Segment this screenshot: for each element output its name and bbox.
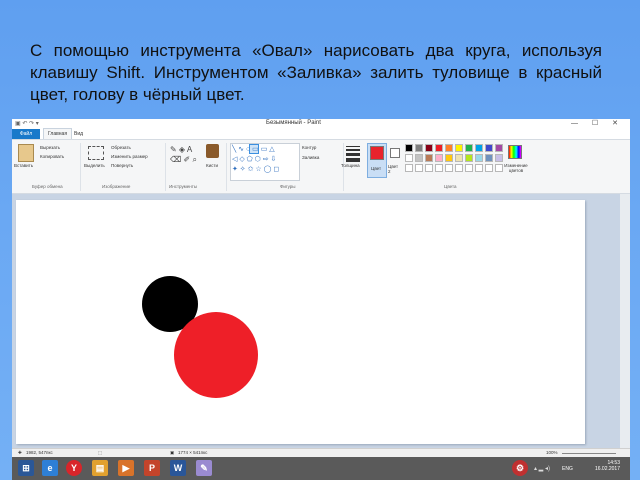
title-bar: ▣ ↶ ↷ ▾ Безымянный - Paint — ☐ ✕ xyxy=(12,119,630,129)
canvas-size: 1774 × 541пкс xyxy=(178,450,208,455)
size-icon[interactable] xyxy=(346,146,360,162)
fill-button[interactable]: Заливка xyxy=(302,155,319,160)
ribbon: Вставить Вырезать Копировать Буфер обмен… xyxy=(12,139,630,194)
palette-swatch[interactable] xyxy=(465,144,473,152)
cut-button[interactable]: Вырезать xyxy=(40,145,60,150)
window-controls[interactable]: — ☐ ✕ xyxy=(571,119,624,127)
palette-swatch[interactable] xyxy=(435,144,443,152)
size-button[interactable]: Толщина xyxy=(341,163,360,168)
palette-swatch[interactable] xyxy=(445,144,453,152)
tray-icons[interactable]: ▴ ▂ ◂) xyxy=(534,465,550,472)
body-circle xyxy=(174,312,258,398)
palette-swatch[interactable] xyxy=(475,154,483,162)
resize-button[interactable]: Изменить размер xyxy=(111,154,148,159)
paste-icon[interactable] xyxy=(18,144,34,162)
brushes-icon[interactable] xyxy=(206,144,219,158)
outline-button[interactable]: Контур xyxy=(302,145,316,150)
copy-button[interactable]: Копировать xyxy=(40,154,64,159)
custom-color-slot[interactable] xyxy=(475,164,483,172)
brushes-button[interactable]: Кисти xyxy=(206,163,218,168)
ribbon-tabs: Файл Главная Вид xyxy=(12,128,630,139)
custom-color-slot[interactable] xyxy=(485,164,493,172)
palette-swatch[interactable] xyxy=(485,144,493,152)
image-group-label: Изображение xyxy=(102,184,131,189)
color2-label: Цвет 2 xyxy=(388,164,399,174)
palette-swatch[interactable] xyxy=(415,144,423,152)
qat-icons: ▣ ↶ ↷ ▾ xyxy=(15,121,39,127)
palette-swatch[interactable] xyxy=(405,144,413,152)
drawing-canvas[interactable] xyxy=(16,200,585,444)
custom-color-slot[interactable] xyxy=(405,164,413,172)
ie-icon[interactable]: e xyxy=(42,460,58,476)
palette-swatch[interactable] xyxy=(465,154,473,162)
vertical-scrollbar[interactable] xyxy=(620,194,630,448)
tab-file[interactable]: Файл xyxy=(12,129,40,139)
palette-swatch[interactable] xyxy=(405,154,413,162)
color1-label: Цвет xyxy=(371,166,382,171)
color1-swatch xyxy=(370,146,384,160)
paste-button[interactable]: Вставить xyxy=(14,163,33,168)
custom-color-slot[interactable] xyxy=(425,164,433,172)
yandex-icon[interactable]: Y xyxy=(66,460,82,476)
custom-color-slot[interactable] xyxy=(445,164,453,172)
custom-color-slot[interactable] xyxy=(495,164,503,172)
clock[interactable]: 14:53 16.02.2017 xyxy=(595,460,620,472)
custom-color-slot[interactable] xyxy=(465,164,473,172)
palette-swatch[interactable] xyxy=(455,144,463,152)
zoom-slider[interactable] xyxy=(562,453,616,454)
colors-group-label: Цвета xyxy=(444,184,457,189)
explorer-icon[interactable]: ▤ xyxy=(92,460,108,476)
edit-colors-button[interactable]: Изменение цветов xyxy=(504,163,528,173)
edit-colors-icon[interactable] xyxy=(508,145,522,159)
shapes-group-label: Фигуры xyxy=(280,184,296,189)
tools-group-label: Инструменты xyxy=(169,184,198,189)
start-icon[interactable]: ⊞ xyxy=(18,460,34,476)
palette-swatch[interactable] xyxy=(485,154,493,162)
palette-swatch[interactable] xyxy=(475,144,483,152)
canvas-size-icon: ▣ xyxy=(170,450,175,455)
language-indicator[interactable]: ENG xyxy=(562,466,573,472)
shapes-gallery[interactable]: ╲ ∿ ○ ▭ ▭ △ ◁ ◇ ⬠ ⬡ ⇨ ⇩ ✦ ✧ ✩ ☆ ◯ ◻ xyxy=(230,143,300,181)
paint-icon[interactable]: ✎ xyxy=(196,460,212,476)
oval-tool-highlight[interactable] xyxy=(249,144,259,154)
instruction-text: С помощью инструмента «Овал» нарисовать … xyxy=(30,41,602,104)
word-icon[interactable]: W xyxy=(170,460,186,476)
palette-swatch[interactable] xyxy=(445,154,453,162)
media-icon[interactable]: ▶ xyxy=(118,460,134,476)
tab-view[interactable]: Вид xyxy=(74,129,83,139)
palette-swatch[interactable] xyxy=(495,154,503,162)
palette-swatch[interactable] xyxy=(495,144,503,152)
taskbar: ⊞ e Y ▤ ▶ P W ✎ ⚙ ▴ ▂ ◂) ENG 14:53 16.02… xyxy=(12,457,630,480)
custom-color-slot[interactable] xyxy=(435,164,443,172)
clock-date: 16.02.2017 xyxy=(594,466,620,472)
paint-window: ▣ ↶ ↷ ▾ Безымянный - Paint — ☐ ✕ Файл Гл… xyxy=(12,119,630,480)
selection-icon: ⬚ xyxy=(98,450,103,455)
palette-swatch[interactable] xyxy=(425,154,433,162)
select-button[interactable]: Выделить xyxy=(84,163,105,168)
zoom-level: 100% xyxy=(546,450,558,455)
custom-color-slot[interactable] xyxy=(415,164,423,172)
color-palette[interactable] xyxy=(405,144,505,178)
window-title: Безымянный - Paint xyxy=(266,120,321,126)
palette-swatch[interactable] xyxy=(435,154,443,162)
clipboard-group-label: Буфер обмена xyxy=(32,184,63,189)
tools-icons[interactable]: ✎ ◈ A ⌫ ✐ ⌕ xyxy=(170,145,197,165)
select-icon[interactable] xyxy=(88,146,104,160)
canvas-area xyxy=(12,194,630,448)
crop-button[interactable]: Обрезать xyxy=(111,145,131,150)
palette-swatch[interactable] xyxy=(415,154,423,162)
palette-swatch[interactable] xyxy=(455,154,463,162)
rotate-button[interactable]: Повернуть xyxy=(111,163,133,168)
cursor-icon: ✚ xyxy=(18,450,22,455)
color2-swatch[interactable] xyxy=(390,148,400,158)
palette-swatch[interactable] xyxy=(425,144,433,152)
custom-color-slot[interactable] xyxy=(455,164,463,172)
tab-home[interactable]: Главная xyxy=(43,128,73,139)
tray-app-icon[interactable]: ⚙ xyxy=(512,460,528,476)
cursor-position: 1982, 547пкс xyxy=(26,450,53,455)
powerpoint-icon[interactable]: P xyxy=(144,460,160,476)
